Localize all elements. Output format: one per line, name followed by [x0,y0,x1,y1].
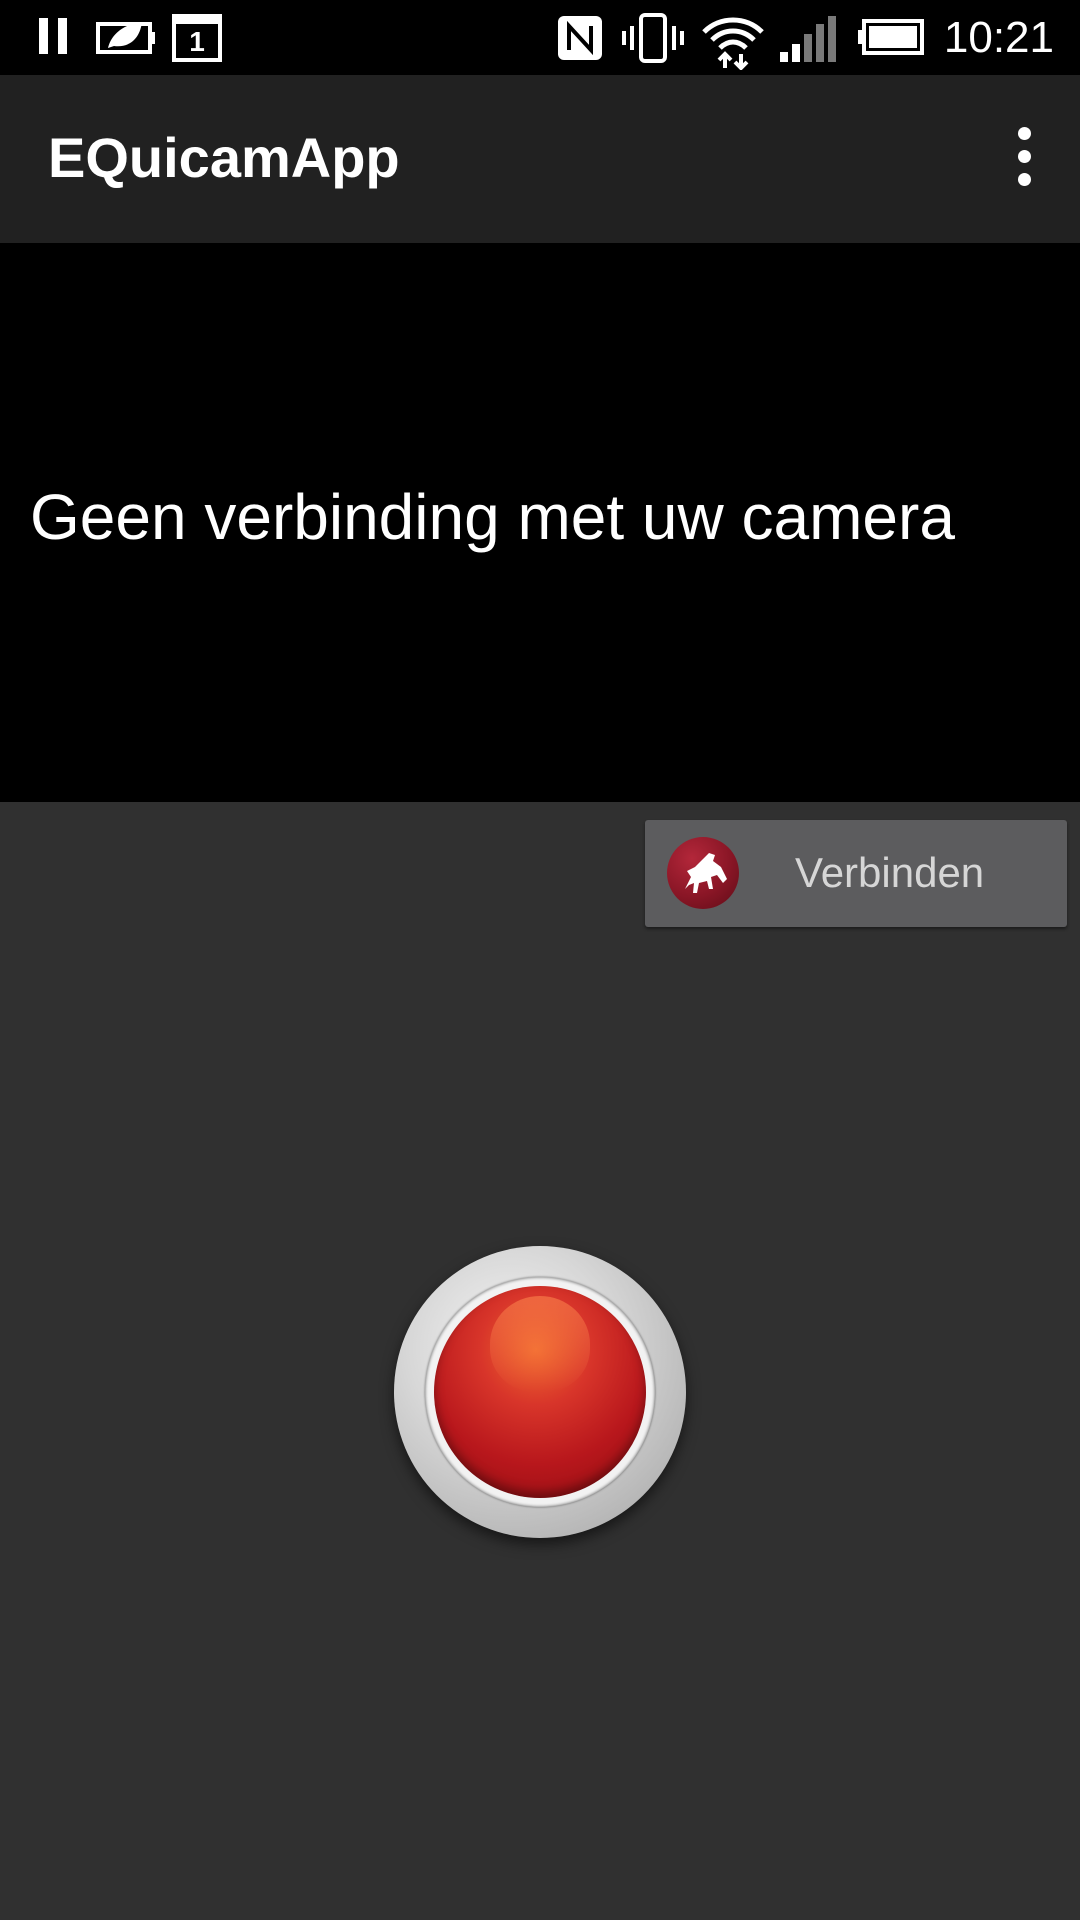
battery-saver-icon [96,22,155,54]
camera-status-message: Geen verbinding met uw camera [30,481,955,553]
vibrate-icon [622,13,684,63]
camera-view: Geen verbinding met uw camera [0,243,1080,802]
nfc-icon [558,16,602,60]
app-bar: EQuicamApp [0,75,1080,243]
wifi-icon [702,17,764,70]
pause-icon [39,18,67,54]
record-button-highlight [490,1296,590,1392]
signal-icon [780,16,836,62]
record-button-icon [434,1286,646,1498]
connect-button[interactable]: Verbinden [645,820,1067,927]
app-title: EQuicamApp [48,126,400,189]
status-time: 10:21 [943,13,1054,62]
battery-icon [858,19,924,55]
record-button[interactable] [394,1246,686,1538]
overflow-menu-icon[interactable] [992,117,1056,197]
record-button-ring [425,1277,655,1507]
calendar-day: 1 [189,26,205,57]
horse-logo-icon [667,837,739,909]
calendar-icon: 1 [172,12,222,62]
status-bar: 1 10:21 [0,0,1080,75]
connect-button-label: Verbinden [795,849,985,896]
